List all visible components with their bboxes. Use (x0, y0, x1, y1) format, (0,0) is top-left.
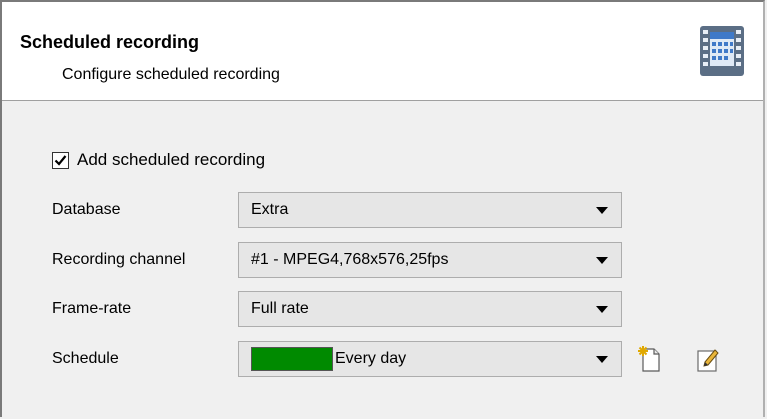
schedule-label: Schedule (52, 350, 119, 367)
header-subtitle: Configure scheduled recording (62, 66, 280, 83)
recording-channel-value: #1 - MPEG4,768x576,25fps (251, 251, 449, 268)
new-document-icon (638, 346, 660, 372)
scheduled-recording-panel: Scheduled recording Configure scheduled … (0, 0, 765, 417)
recording-channel-label: Recording channel (52, 251, 186, 268)
database-select[interactable]: Extra (238, 192, 622, 228)
schedule-value: Every day (335, 350, 407, 367)
add-scheduled-recording-checkbox[interactable] (52, 151, 69, 169)
chevron-down-icon (596, 206, 608, 214)
add-scheduled-recording-label: Add scheduled recording (77, 150, 266, 169)
schedule-color-swatch (251, 347, 333, 371)
new-schedule-button[interactable] (636, 344, 664, 374)
database-label: Database (52, 201, 121, 218)
recording-channel-select[interactable]: #1 - MPEG4,768x576,25fps (238, 242, 622, 278)
checkmark-icon (54, 154, 67, 166)
frame-rate-value: Full rate (251, 300, 309, 317)
chevron-down-icon (596, 355, 608, 363)
add-scheduled-recording-row[interactable]: Add scheduled recording (52, 150, 265, 170)
database-value: Extra (251, 201, 289, 218)
frame-rate-select[interactable]: Full rate (238, 291, 622, 327)
chevron-down-icon (596, 256, 608, 264)
panel-header: Scheduled recording Configure scheduled … (2, 2, 763, 101)
calendar-film-icon (698, 22, 746, 80)
chevron-down-icon (596, 305, 608, 313)
frame-rate-label: Frame-rate (52, 300, 132, 317)
edit-schedule-button[interactable] (694, 344, 722, 374)
edit-pencil-icon (697, 349, 719, 372)
header-title: Scheduled recording (20, 32, 200, 52)
schedule-select[interactable]: Every day (238, 341, 622, 377)
